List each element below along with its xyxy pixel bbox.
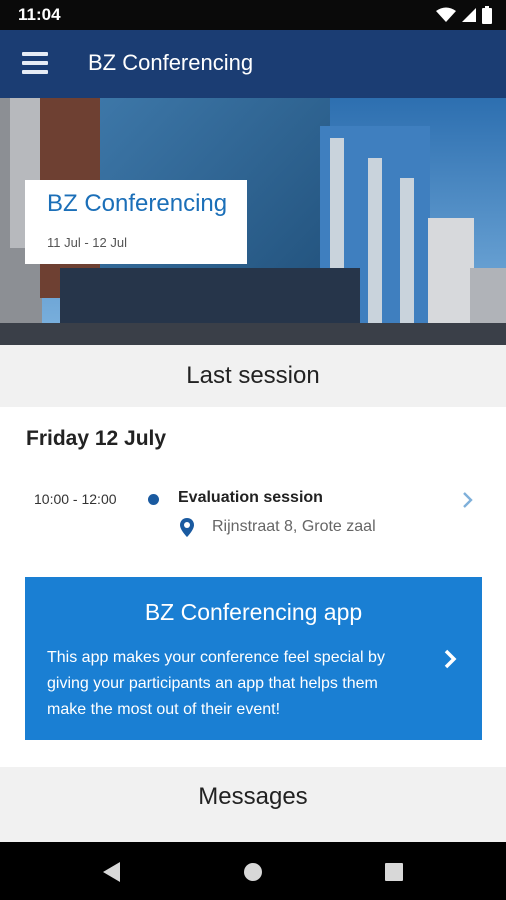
recents-icon[interactable]: [383, 860, 405, 884]
back-icon[interactable]: [100, 860, 122, 884]
navigation-bar: [0, 842, 506, 900]
signal-icon: [462, 8, 476, 22]
last-session-section: Friday 12 July 10:00 - 12:00 Evaluation …: [0, 407, 506, 767]
session-location: Rijnstraat 8, Grote zaal: [212, 518, 376, 535]
status-time: 11:04: [18, 5, 61, 24]
last-session-header: Last session: [0, 345, 506, 407]
status-bar: 11:04: [0, 0, 506, 30]
menu-icon-bar: [22, 70, 48, 74]
session-row[interactable]: 10:00 - 12:00 Evaluation session Rijnstr…: [0, 479, 506, 549]
app-title: BZ Conferencing: [88, 50, 254, 75]
hero-dates: 11 Jul - 12 Jul: [47, 235, 127, 250]
battery-icon: [482, 6, 492, 24]
hero-card: BZ Conferencing 11 Jul - 12 Jul: [25, 180, 247, 264]
menu-icon-bar: [22, 61, 48, 65]
hero-title: BZ Conferencing: [47, 190, 228, 217]
app-bar: BZ Conferencing: [0, 30, 506, 98]
location-pin-icon: [180, 518, 194, 537]
messages-header: Messages: [0, 767, 506, 827]
session-name: Evaluation session: [178, 489, 323, 506]
promo-card[interactable]: BZ Conferencing app This app makes your …: [25, 577, 482, 740]
wifi-icon: [436, 7, 456, 22]
session-dot: [148, 494, 159, 505]
menu-icon-bar: [22, 52, 48, 56]
chevron-right-icon: [463, 492, 473, 508]
promo-title: BZ Conferencing app: [144, 599, 363, 625]
chevron-right-icon: [444, 649, 457, 669]
session-time: 10:00 - 12:00: [34, 491, 117, 507]
promo-text: This app makes your conference feel spec…: [47, 649, 385, 718]
hero-banner: BZ Conferencing 11 Jul - 12 Jul: [0, 98, 506, 345]
menu-button[interactable]: [22, 52, 48, 74]
home-icon[interactable]: [242, 860, 264, 884]
day-title: Friday 12 July: [26, 427, 167, 450]
status-icons: [436, 6, 492, 24]
